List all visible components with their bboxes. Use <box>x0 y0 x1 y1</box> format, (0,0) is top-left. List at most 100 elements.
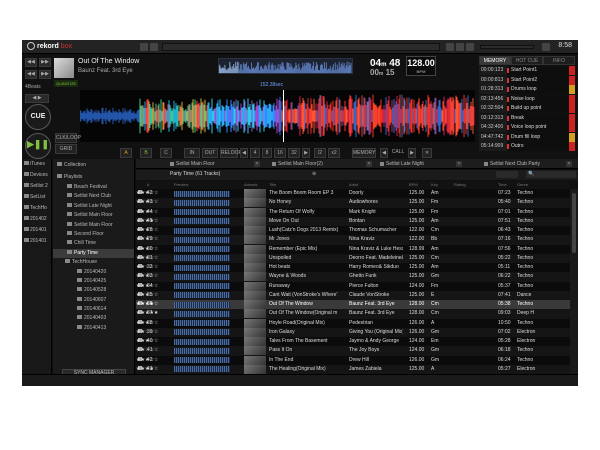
col-title[interactable]: Title <box>269 182 276 187</box>
preview-wave[interactable] <box>174 190 230 197</box>
table-row[interactable]: 32 Hot beats Harry Romeo& Sikduo 125.00 Am ★★… <box>136 263 570 273</box>
pad-c[interactable]: C <box>160 148 172 158</box>
source-item[interactable]: Devices <box>22 170 51 181</box>
loop-out-button[interactable]: OUT <box>202 148 218 158</box>
volume-slider[interactable] <box>480 45 534 49</box>
cue-row[interactable]: 04:47:742 Drum fill loop <box>479 132 575 142</box>
tab-setlist-late-night[interactable]: Setlist Late Night <box>378 159 424 169</box>
cue-row[interactable]: 01:28:313 Drums loop <box>479 85 575 94</box>
playlist-item[interactable]: 20140420 <box>53 268 134 277</box>
overview-bar[interactable] <box>162 43 440 51</box>
reloop-button[interactable]: RELOOP <box>220 148 242 158</box>
table-row[interactable]: 28 Lush(Catz'n Dogs 2013 Remix) Thomas Sch… <box>136 226 570 236</box>
list-scrollbar[interactable] <box>570 189 578 374</box>
beat-4-button[interactable]: 4 <box>250 148 260 158</box>
loop-next-button[interactable]: ▶ <box>302 148 310 158</box>
playlist-item[interactable]: Setlist Main Floor <box>53 221 134 230</box>
col-no[interactable]: # <box>147 182 149 187</box>
preview-wave[interactable] <box>174 320 230 326</box>
col-genre[interactable]: Genre <box>517 182 528 187</box>
list-icon[interactable] <box>456 43 464 51</box>
track-overview[interactable] <box>218 58 353 74</box>
source-item[interactable]: 201402 <box>22 214 51 225</box>
preview-wave[interactable] <box>174 347 230 354</box>
playlist-item[interactable]: Setlist Main Floor <box>53 211 134 220</box>
gear-icon[interactable] <box>542 43 550 51</box>
preview-wave[interactable] <box>174 236 230 243</box>
quantize-label[interactable]: QUANTIZE <box>54 80 79 87</box>
playlist-item[interactable]: TechHouse <box>53 258 134 267</box>
col-artwork[interactable]: Artwork <box>244 182 258 187</box>
pad-b[interactable]: B <box>140 148 152 158</box>
cue-button[interactable]: CUE <box>25 104 51 130</box>
close-tab-button[interactable]: × <box>456 161 462 167</box>
playlist-item[interactable]: 20140528 <box>53 286 134 295</box>
playlist-item[interactable]: Beach Festival <box>53 183 134 192</box>
preview-wave[interactable] <box>174 283 230 289</box>
waveform[interactable] <box>80 90 475 142</box>
close-tab-button[interactable]: × <box>254 161 260 167</box>
table-row[interactable]: 35 Cant Wait (VonStroke's Where' Claude Vo… <box>136 290 570 300</box>
preview-wave[interactable] <box>174 273 230 280</box>
add-icon[interactable]: ⊕ <box>312 171 316 177</box>
playlist-item[interactable]: Party Time <box>53 248 134 259</box>
beat-jump-button[interactable]: ◀ ▶ <box>25 94 49 103</box>
preview-wave[interactable] <box>174 357 230 363</box>
call-next-button[interactable]: ▶ <box>408 148 416 158</box>
source-item[interactable]: Setlist 2 <box>22 181 51 192</box>
table-row[interactable]: 34 Runaway Pierce Fulton 124.00 Fm ★★★☆☆ 05:37… <box>136 281 570 291</box>
preview-wave[interactable] <box>174 209 230 215</box>
playlist-item[interactable]: Second Floor <box>53 230 134 239</box>
cue-row[interactable]: 05:14:909 Outro <box>479 142 575 151</box>
table-row[interactable]: 42 In The End Drew Hill 126.00 Gm ★★★☆☆ 06:24 T… <box>136 355 570 365</box>
preview-wave[interactable] <box>174 218 230 225</box>
search-fwd-button[interactable]: ▶▶ <box>39 70 51 79</box>
tree-playlists[interactable]: Playlists <box>53 171 134 183</box>
tab-setlist-main-floor[interactable]: Setlist Main Floor <box>168 159 215 169</box>
grid-icon[interactable] <box>446 43 454 51</box>
call-prev-button[interactable]: ◀ <box>380 148 388 158</box>
tab-setlist-next-club-party[interactable]: Setlist Next Club Party <box>482 159 540 169</box>
preview-wave[interactable] <box>174 246 230 252</box>
preview-wave[interactable] <box>174 338 230 345</box>
preview-wave[interactable] <box>174 264 230 271</box>
playlist-item[interactable]: Chill Time <box>53 239 134 248</box>
search-input[interactable]: 🔍 <box>526 171 576 178</box>
cue-row[interactable]: 02:32:504 Build up point <box>479 104 575 113</box>
clock-loop-button[interactable]: CLK/LOOP <box>55 133 81 143</box>
table-row[interactable]: 29 Mr Jones Nina Kraviz 122.00 Bb ★★★☆☆ 07:16 T… <box>136 235 570 245</box>
table-row[interactable]: 37 Out Of The Window(Original m Baunz Feat… <box>136 309 570 319</box>
table-row[interactable]: 44 The Return Of Wolfy Mark Knight 125.00 Fm… <box>136 207 570 217</box>
delete-button[interactable]: ✕ <box>422 148 432 158</box>
grid-button[interactable]: GRID <box>55 144 77 154</box>
playlist-item[interactable]: 20140614 <box>53 305 134 314</box>
preview-wave[interactable] <box>174 301 230 308</box>
tree-collection[interactable]: Collection <box>53 159 134 171</box>
memory-button[interactable]: MEMORY <box>352 148 376 158</box>
col-bpm[interactable]: BPM <box>409 182 418 187</box>
preview-wave[interactable] <box>174 366 230 373</box>
source-item[interactable]: 201401 <box>22 236 51 247</box>
col-preview[interactable]: Preview <box>174 182 188 187</box>
cue-row[interactable]: 03:12:313 Break <box>479 113 575 123</box>
table-row[interactable]: 45 Move On Out Bontan 125.00 Am ★★★★☆ 07:51 Tec… <box>136 216 570 226</box>
search-back-button[interactable]: ◀◀ <box>25 70 37 79</box>
preview-wave[interactable] <box>174 255 230 262</box>
table-row[interactable]: 41 Pass It On The Joy Boys 124.00 Gm ★★☆☆☆ 06:… <box>136 346 570 356</box>
tab-memory[interactable]: MEMORY <box>479 56 511 65</box>
preview-wave[interactable] <box>174 310 230 317</box>
preview-wave[interactable] <box>174 199 230 206</box>
table-row[interactable]: 39 Iron Galaxy Giving You (Original Mix) 12… <box>136 327 570 337</box>
playlist-item[interactable]: Setlist Next Club <box>53 192 134 201</box>
cue-row[interactable]: 00:00:123 Start Point1 <box>479 66 575 75</box>
source-item[interactable]: TechHo <box>22 203 51 214</box>
playlist-item[interactable]: Setlist Late Night <box>53 202 134 211</box>
col-key[interactable]: Key <box>431 182 438 187</box>
table-row[interactable]: 42 The Boom Boom Room EP 3 Doorly 125.00 Am ★… <box>136 189 570 199</box>
table-row[interactable]: 40 Tales From The Basement Jaymo & Andy Ge… <box>136 337 570 347</box>
cue-row[interactable]: 02:13:456 Noise loop <box>479 94 575 104</box>
playlist-item[interactable]: 20140413 <box>53 324 134 333</box>
col-time[interactable]: Time <box>498 182 507 187</box>
table-row[interactable]: 31 Unspoiled Deorro Feat. Madeleine& 125.00… <box>136 253 570 263</box>
table-row[interactable]: 43 The Healing(Original Mix) James Zabiela… <box>136 364 570 374</box>
